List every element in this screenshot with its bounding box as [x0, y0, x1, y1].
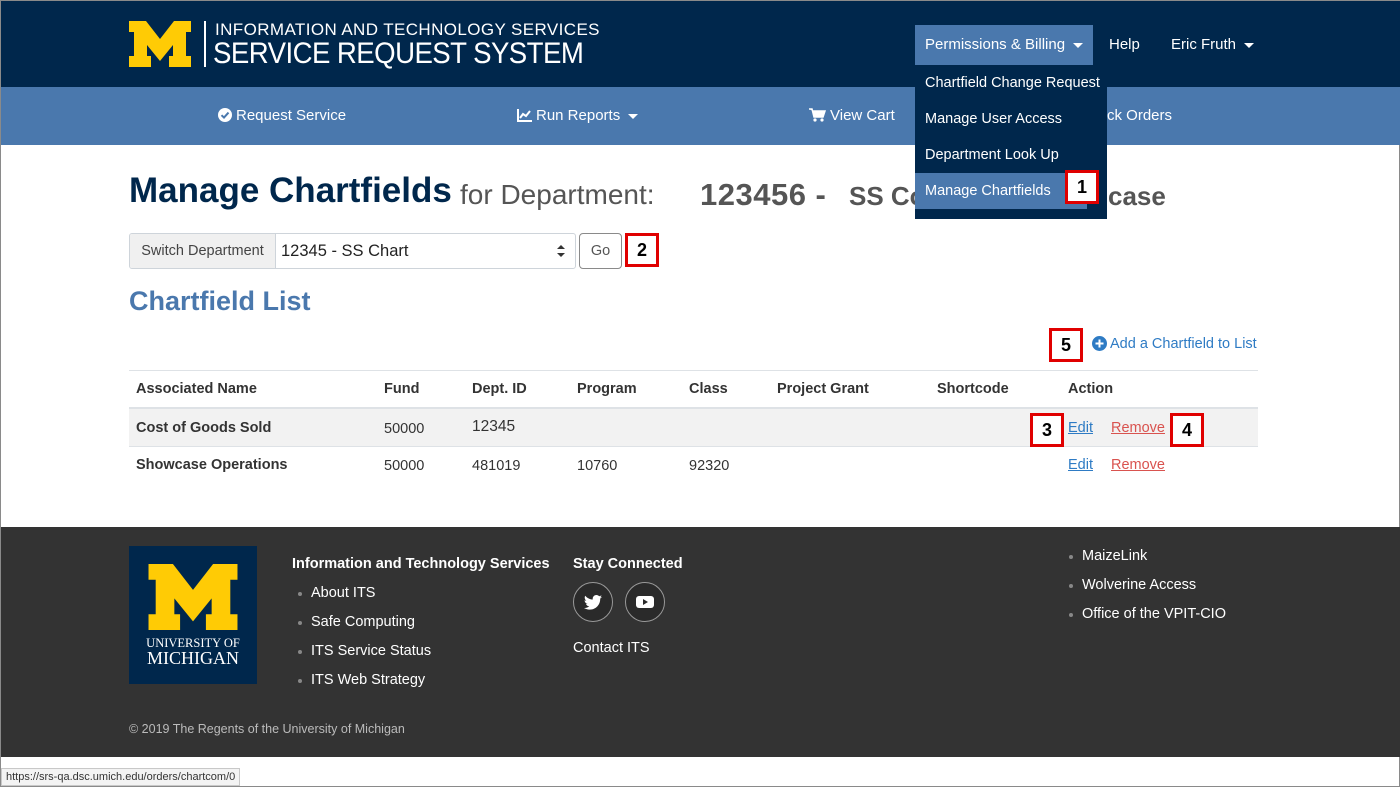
bullet [298, 621, 302, 625]
callout-marker-1: 1 [1065, 170, 1099, 204]
youtube-icon [636, 596, 654, 608]
bullet [298, 592, 302, 596]
footer-link-service-status[interactable]: ITS Service Status [311, 643, 431, 659]
chevron-down-icon [628, 113, 639, 119]
col-header-shortcode: Shortcode [937, 381, 1009, 397]
secondary-nav: Request Service Run Reports View Cart ck… [1, 87, 1400, 145]
nav-permissions-billing[interactable]: Permissions & Billing [915, 25, 1094, 65]
footer-stay-connected-heading: Stay Connected [573, 556, 683, 572]
footer-link-about-its[interactable]: About ITS [311, 585, 375, 601]
nav-run-reports-label: Run Reports [536, 107, 621, 124]
block-m-icon [148, 564, 238, 630]
browser-status-bar: https://srs-qa.dsc.umich.edu/orders/char… [1, 768, 241, 786]
row-2-dept-id: 481019 [472, 458, 521, 474]
bullet [298, 650, 302, 654]
menu-item-department-look-up[interactable]: Department Look Up [915, 137, 1107, 173]
page-title: Manage Chartfields [129, 171, 452, 210]
block-m-logo[interactable] [129, 21, 191, 67]
page-title-subtitle: for Department: [460, 179, 655, 210]
col-header-class: Class [689, 381, 728, 397]
row-2-name: Showcase Operations [136, 457, 288, 473]
select-arrows-icon [557, 245, 565, 257]
line-chart-icon [517, 109, 532, 122]
copyright-text: © 2019 The Regents of the University of … [129, 722, 405, 736]
top-header: INFORMATION AND TECHNOLOGY SERVICES SERV… [1, 1, 1400, 87]
row-2-edit-link[interactable]: Edit [1068, 457, 1093, 473]
menu-item-manage-user-access[interactable]: Manage User Access [915, 101, 1107, 137]
callout-marker-2: 2 [625, 233, 659, 267]
nav-run-reports[interactable]: Run Reports [517, 87, 639, 145]
footer-its-heading: Information and Technology Services [292, 556, 550, 572]
chevron-down-icon [1244, 42, 1255, 48]
nav-view-cart[interactable]: View Cart [809, 87, 895, 145]
footer-link-wolverine-access[interactable]: Wolverine Access [1082, 577, 1196, 593]
add-chartfield-link[interactable]: Add a Chartfield to List [1092, 336, 1257, 352]
row-2-class: 92320 [689, 458, 730, 474]
university-of-michigan-logo[interactable]: UNIVERSITY OF MICHIGAN [129, 546, 257, 684]
switch-department-group: Switch Department 12345 - SS Chart [129, 233, 576, 269]
plus-circle-icon [1092, 336, 1107, 351]
check-circle-icon [218, 108, 232, 122]
footer-link-vpit-cio[interactable]: Office of the VPIT-CIO [1082, 606, 1226, 622]
nav-view-cart-label: View Cart [830, 107, 895, 124]
footer-link-contact-its[interactable]: Contact ITS [573, 640, 650, 656]
row-1-edit-link[interactable]: Edit [1068, 420, 1093, 436]
col-header-project-grant: Project Grant [777, 381, 869, 397]
chevron-down-icon [1073, 42, 1084, 48]
row-2-program: 10760 [577, 458, 618, 474]
footer-link-web-strategy[interactable]: ITS Web Strategy [311, 672, 425, 688]
col-header-associated-name: Associated Name [136, 381, 257, 397]
go-button[interactable]: Go [579, 233, 622, 269]
switch-department-label: Switch Department [130, 234, 276, 268]
nav-help[interactable]: Help [1109, 25, 1140, 65]
menu-item-manage-chartfields[interactable]: Manage Chartfields [915, 173, 1087, 209]
nav-request-service-label: Request Service [236, 107, 347, 124]
brand-title[interactable]: SERVICE REQUEST SYSTEM [213, 37, 584, 71]
callout-marker-3: 3 [1030, 413, 1064, 447]
cart-icon [809, 108, 827, 122]
col-header-program: Program [577, 381, 637, 397]
brand-divider [204, 21, 206, 67]
youtube-button[interactable] [625, 582, 665, 622]
chartfield-list-heading: Chartfield List [129, 286, 311, 316]
callout-marker-4: 4 [1170, 413, 1204, 447]
table-top-border [129, 370, 1258, 371]
row-2-remove-link[interactable]: Remove [1111, 457, 1165, 473]
bullet [1069, 584, 1073, 588]
row-1-fund: 50000 [384, 421, 425, 437]
row-2-fund: 50000 [384, 458, 425, 474]
footer-link-maizelink[interactable]: MaizeLink [1082, 548, 1147, 564]
nav-track-orders[interactable]: ck Orders [1107, 87, 1172, 145]
nav-user-menu[interactable]: Eric Fruth [1171, 25, 1255, 65]
twitter-button[interactable] [573, 582, 613, 622]
logo-text-line2: MICHIGAN [147, 648, 239, 668]
site-footer: UNIVERSITY OF MICHIGAN Information and T… [1, 527, 1400, 757]
callout-marker-5: 5 [1049, 328, 1083, 362]
user-name: Eric Fruth [1171, 36, 1237, 53]
add-chartfield-label: Add a Chartfield to List [1110, 336, 1257, 352]
row-1-name: Cost of Goods Sold [136, 420, 272, 436]
bullet [1069, 555, 1073, 559]
col-header-dept-id: Dept. ID [472, 381, 527, 397]
row-1-dept-id: 12345 [472, 418, 516, 435]
footer-link-safe-computing[interactable]: Safe Computing [311, 614, 415, 630]
department-code: 123456 - [700, 177, 827, 212]
twitter-icon [584, 595, 602, 610]
bullet [1069, 613, 1073, 617]
department-name-end: case [1108, 181, 1166, 211]
row-divider [129, 446, 1258, 447]
menu-item-chartfield-change-request[interactable]: Chartfield Change Request [915, 65, 1107, 101]
nav-request-service[interactable]: Request Service [218, 87, 346, 145]
col-header-action: Action [1068, 381, 1114, 397]
col-header-fund: Fund [384, 381, 420, 397]
row-1-remove-link[interactable]: Remove [1111, 420, 1165, 436]
nav-permissions-label: Permissions & Billing [925, 36, 1066, 53]
department-select[interactable]: 12345 - SS Chart [281, 234, 409, 268]
bullet [298, 679, 302, 683]
